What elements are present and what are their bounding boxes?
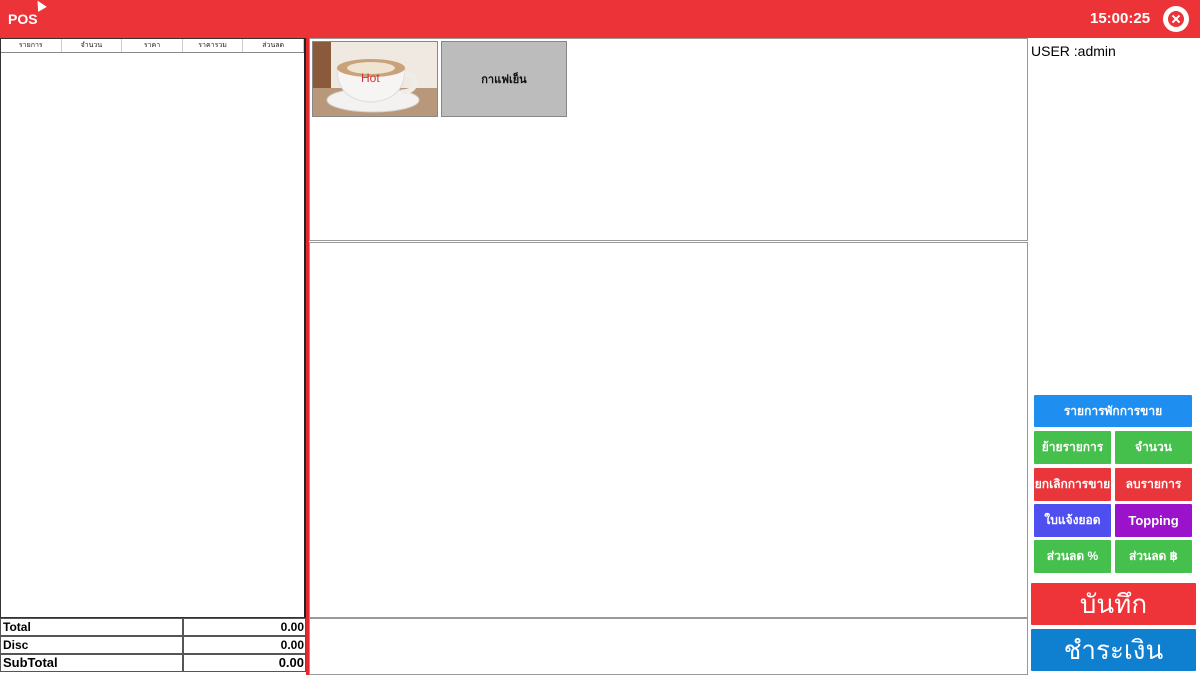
option-panel [309, 242, 1028, 618]
close-button[interactable] [1163, 6, 1189, 32]
total-label: Total [0, 618, 183, 636]
discount-row: Disc 0.00 [0, 636, 306, 655]
clock: 15:00:25 [1090, 10, 1151, 27]
topping-button[interactable]: Topping [1115, 504, 1192, 537]
delete-item-button[interactable]: ลบรายการ [1115, 468, 1192, 501]
pay-button[interactable]: ชำระเงิน [1031, 629, 1196, 671]
subtotal-label: SubTotal [0, 654, 183, 672]
save-button[interactable]: บันทึก [1031, 583, 1196, 625]
column-header-discount: ส่วนลด [243, 39, 304, 52]
held-sales-button[interactable]: รายการพักการขาย [1034, 395, 1192, 427]
order-list-panel: รายการ จำนวน ราคา ราคารวม ส่วนลด [0, 38, 306, 618]
total-value: 0.00 [183, 618, 306, 636]
total-row: Total 0.00 [0, 618, 306, 637]
discount-baht-button[interactable]: ส่วนลด ฿ [1115, 540, 1192, 573]
title-bar: POS 15:00:25 [0, 0, 1200, 38]
close-icon [1168, 11, 1184, 27]
discount-percent-button[interactable]: ส่วนลด % [1034, 540, 1111, 573]
info-panel [309, 618, 1028, 675]
discount-label: Disc [0, 636, 183, 654]
quantity-button[interactable]: จำนวน [1115, 431, 1192, 464]
subtotal-value: 0.00 [183, 654, 306, 672]
move-item-button[interactable]: ย้ายรายการ [1034, 431, 1111, 464]
product-name: กาแฟเย็น [481, 74, 527, 86]
discount-value: 0.00 [183, 636, 306, 654]
cancel-sale-button[interactable]: ยกเลิกการขาย [1034, 468, 1111, 501]
product-tile-iced-coffee[interactable]: กาแฟเย็น [441, 41, 567, 117]
column-header-price: ราคา [122, 39, 183, 52]
column-header-total: ราคารวม [183, 39, 244, 52]
product-grid: Hot กาแฟเย็น [309, 38, 1028, 241]
subtotal-row: SubTotal 0.00 [0, 654, 306, 673]
invoice-button[interactable]: ใบแจ้งยอด [1034, 504, 1111, 537]
product-tile-hot[interactable]: Hot [312, 41, 438, 117]
totals-table: Total 0.00 Disc 0.00 SubTotal 0.00 [0, 618, 306, 675]
column-header-quantity: จำนวน [62, 39, 123, 52]
user-label: USER :admin [1031, 43, 1116, 59]
column-header-item: รายการ [1, 39, 62, 52]
app-title: POS [8, 11, 38, 27]
product-name: Hot [361, 71, 380, 85]
order-table-header: รายการ จำนวน ราคา ราคารวม ส่วนลด [1, 39, 304, 53]
